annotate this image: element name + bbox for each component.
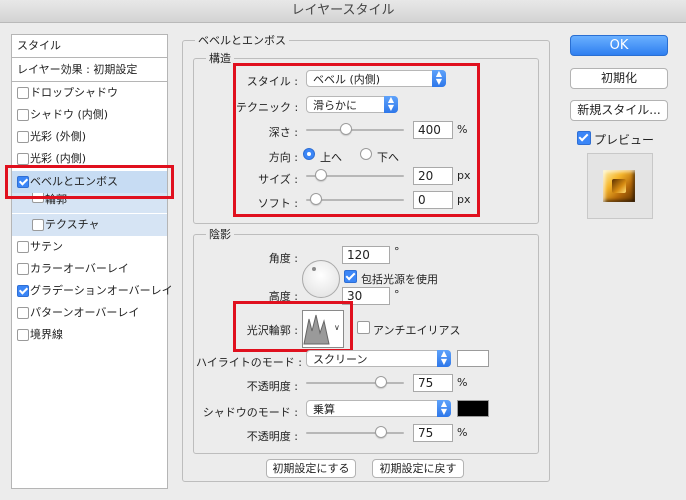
style-item-label: 境界線: [30, 328, 63, 341]
style-item-label: サテン: [30, 240, 63, 253]
layer-effects-defaults[interactable]: レイヤー効果 : 初期設定: [12, 59, 167, 81]
style-item-satin[interactable]: サテン: [12, 236, 167, 258]
angle-unit: °: [394, 245, 400, 258]
style-item-outer-glow[interactable]: 光彩 (外側): [12, 126, 167, 148]
style-item-pattern-overlay[interactable]: パターンオーバーレイ: [12, 302, 167, 324]
shadow-opacity-unit: %: [457, 426, 468, 439]
style-list-header-label: スタイル: [17, 39, 61, 52]
style-item-color-overlay[interactable]: カラーオーバーレイ: [12, 258, 167, 280]
antialias-label: アンチエイリアス: [373, 324, 461, 337]
inner-glow-checkbox[interactable]: [17, 153, 29, 165]
angle-input[interactable]: 120: [342, 246, 390, 264]
highlight-mode-select[interactable]: スクリーン ▲ ▼: [306, 350, 451, 367]
pattern-overlay-checkbox[interactable]: [17, 307, 29, 319]
style-item-gradient-overlay[interactable]: グラデーションオーバーレイ: [12, 280, 173, 302]
outer-glow-checkbox[interactable]: [17, 131, 29, 143]
style-item-label: ドロップシャドウ: [30, 86, 118, 99]
altitude-unit: °: [394, 288, 400, 301]
style-item-texture[interactable]: テクスチャ: [12, 214, 167, 236]
drop-shadow-checkbox[interactable]: [17, 87, 29, 99]
structure-highlight: [233, 63, 480, 217]
angle-label: 角度 :: [268, 252, 298, 265]
shadow-mode-value: 乗算: [313, 403, 335, 416]
style-item-label: シャドウ (内側): [30, 108, 109, 121]
shadow-mode-label: シャドウのモード :: [202, 406, 298, 419]
updown-arrow-icon: ▲ ▼: [437, 400, 451, 417]
highlight-opacity-input[interactable]: 75: [413, 374, 453, 392]
inner-shadow-checkbox[interactable]: [17, 109, 29, 121]
gradient-overlay-checkbox[interactable]: [17, 285, 29, 297]
shadow-opacity-slider[interactable]: [306, 432, 404, 434]
style-list-header[interactable]: スタイル: [12, 35, 167, 57]
style-item-label: パターンオーバーレイ: [30, 306, 140, 319]
shadow-mode-select[interactable]: 乗算 ▲ ▼: [306, 400, 451, 417]
shadow-color-swatch[interactable]: [457, 400, 489, 417]
global-light-label: 包括光源を使用: [361, 273, 438, 286]
highlight-mode-value: スクリーン: [313, 353, 368, 366]
new-style-button[interactable]: 新規スタイル...: [570, 100, 668, 121]
angle-dial[interactable]: [302, 260, 340, 298]
satin-checkbox[interactable]: [17, 241, 29, 253]
bevel-emboss-title: ベベルとエンボス: [195, 32, 289, 48]
window-title: レイヤースタイル: [0, 0, 686, 23]
updown-arrow-icon: ▲ ▼: [437, 350, 451, 367]
highlight-opacity-thumb[interactable]: [375, 376, 387, 388]
highlight-opacity-unit: %: [457, 376, 468, 389]
bevel-item-highlight: [5, 165, 174, 199]
style-item-stroke[interactable]: 境界線: [12, 324, 167, 346]
ok-button[interactable]: OK: [570, 35, 668, 56]
layer-effects-defaults-label: レイヤー効果 : 初期設定: [17, 63, 138, 76]
antialias-checkbox[interactable]: [357, 321, 370, 334]
gloss-contour-highlight: [233, 301, 353, 352]
shadow-opacity-input[interactable]: 75: [413, 424, 453, 442]
texture-checkbox[interactable]: [32, 219, 44, 231]
style-item-label: グラデーションオーバーレイ: [30, 284, 173, 297]
preview-thumbnail: [587, 153, 653, 219]
highlight-opacity-label: 不透明度 :: [246, 380, 298, 393]
highlight-color-swatch[interactable]: [457, 350, 489, 367]
highlight-mode-label: ハイライトのモード :: [196, 356, 302, 369]
shading-title: 陰影: [206, 226, 234, 242]
style-item-label: テクスチャ: [45, 218, 100, 231]
angle-dial-dot-icon: [312, 267, 316, 271]
global-light-checkbox[interactable]: [344, 270, 357, 283]
structure-title: 構造: [206, 50, 234, 66]
shadow-opacity-thumb[interactable]: [375, 426, 387, 438]
reset-button[interactable]: 初期化: [570, 68, 668, 89]
preview-checkbox[interactable]: [577, 131, 591, 145]
style-item-inner-shadow[interactable]: シャドウ (内側): [12, 104, 167, 126]
style-item-label: カラーオーバーレイ: [30, 262, 129, 275]
preview-label: プレビュー: [594, 133, 655, 147]
color-overlay-checkbox[interactable]: [17, 263, 29, 275]
shadow-opacity-label: 不透明度 :: [246, 430, 298, 443]
reset-to-default-button[interactable]: 初期設定に戻す: [372, 459, 464, 478]
style-item-label: 光彩 (外側): [30, 130, 87, 143]
preview-swatch: [603, 170, 635, 202]
style-list: スタイル レイヤー効果 : 初期設定 ドロップシャドウ シャドウ (内側) 光彩…: [11, 34, 173, 489]
make-default-button[interactable]: 初期設定にする: [266, 459, 356, 478]
highlight-opacity-slider[interactable]: [306, 382, 404, 384]
style-item-drop-shadow[interactable]: ドロップシャドウ: [12, 82, 167, 104]
stroke-checkbox[interactable]: [17, 329, 29, 341]
